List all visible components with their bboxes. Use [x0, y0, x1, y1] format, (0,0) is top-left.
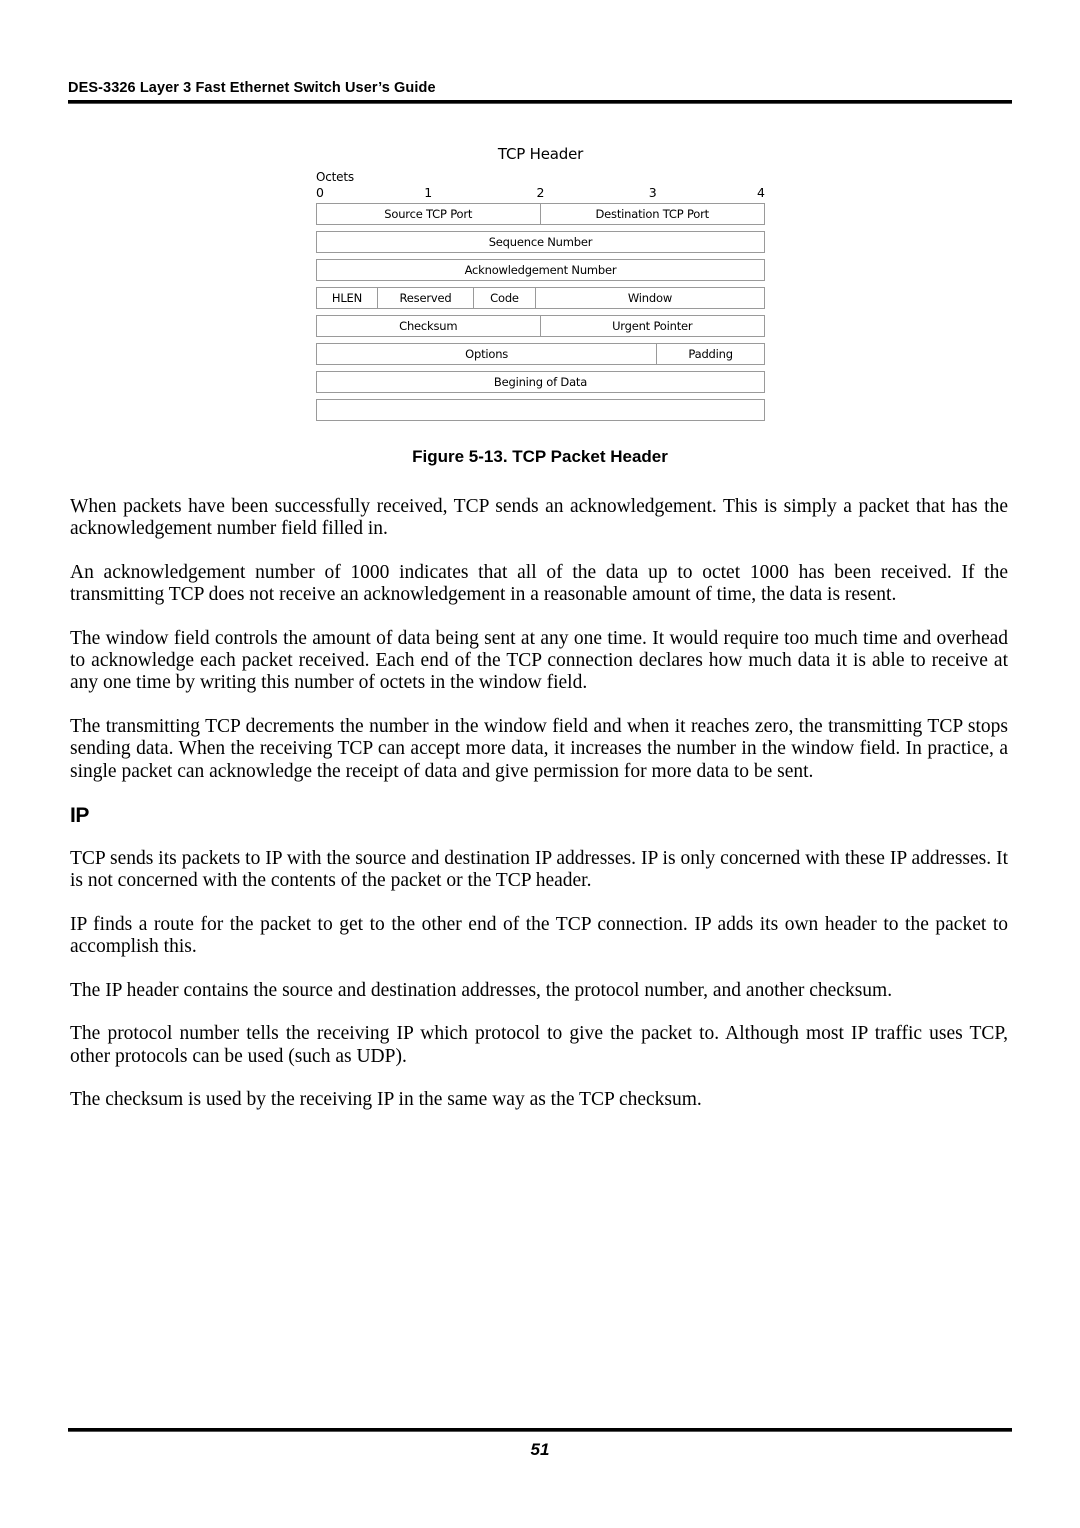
packet-field-row — [316, 399, 765, 421]
packet-field-cell: Padding — [657, 343, 765, 365]
paragraph: The protocol number tells the receiving … — [70, 1023, 1008, 1067]
packet-field-row: Source TCP Port Destination TCP Port — [316, 203, 765, 225]
packet-field-cell: Checksum — [316, 315, 541, 337]
packet-field-cell: Destination TCP Port — [540, 203, 765, 225]
tcp-header-figure: TCP Header Octets 0 1 2 3 4 Source TCP Port D… — [316, 145, 765, 427]
paragraph: An acknowledgement number of 1000 indica… — [70, 561, 1008, 606]
header-divider — [68, 100, 1012, 104]
packet-field-cell — [316, 399, 765, 421]
document-page: DES-3326 Layer 3 Fast Ethernet Switch Us… — [0, 0, 1080, 1528]
packet-field-cell: HLEN — [316, 287, 378, 309]
paragraph: The window field controls the amount of … — [70, 627, 1008, 694]
packet-field-table: Source TCP Port Destination TCP Port Seque… — [316, 203, 765, 421]
packet-field-cell: Urgent Pointer — [540, 315, 765, 337]
packet-field-cell: Window — [535, 287, 765, 309]
figure-caption: Figure 5-13. TCP Packet Header — [412, 447, 668, 466]
paragraph: The transmitting TCP decrements the numb… — [70, 715, 1008, 782]
octet-tick: 4 — [757, 185, 765, 200]
diagram-title: TCP Header — [497, 145, 584, 163]
octet-tick: 0 — [316, 185, 324, 200]
octet-scale: 0 1 2 3 4 — [316, 185, 765, 203]
paragraph: The checksum is used by the receiving IP… — [70, 1088, 702, 1110]
running-header-title: DES-3326 Layer 3 Fast Ethernet Switch Us… — [68, 80, 436, 96]
packet-field-row: Options Padding — [316, 343, 765, 365]
packet-field-row: Acknowledgement Number — [316, 259, 765, 281]
octets-axis-label: Octets — [316, 170, 354, 184]
page-footer: 51 — [68, 1428, 1012, 1460]
paragraph: IP finds a route for the packet to get t… — [70, 913, 1008, 958]
packet-field-cell: Options — [316, 343, 658, 365]
packet-field-cell: Reserved — [377, 287, 475, 309]
octet-tick: 2 — [536, 185, 545, 200]
packet-field-cell: Code — [474, 287, 536, 309]
packet-field-cell: Source TCP Port — [316, 203, 541, 225]
packet-field-cell: Sequence Number — [316, 231, 765, 253]
packet-field-row: Checksum Urgent Pointer — [316, 315, 765, 337]
octet-tick: 1 — [424, 185, 433, 200]
paragraph: When packets have been successfully rece… — [70, 496, 1008, 540]
body-content: When packets have been successfully rece… — [70, 496, 1008, 1132]
packet-field-row: HLEN Reserved Code Window — [316, 287, 765, 309]
packet-field-row: Sequence Number — [316, 231, 765, 253]
footer-divider — [68, 1428, 1012, 1432]
page-number: 51 — [530, 1440, 550, 1459]
running-header: DES-3326 Layer 3 Fast Ethernet Switch Us… — [68, 80, 1012, 104]
packet-field-cell: Begining of Data — [316, 371, 765, 393]
paragraph: TCP sends its packets to IP with the sou… — [70, 848, 1008, 892]
section-heading-ip: IP — [70, 804, 90, 828]
paragraph: The IP header contains the source and de… — [70, 979, 893, 1001]
packet-field-row: Begining of Data — [316, 371, 765, 393]
packet-field-cell: Acknowledgement Number — [316, 259, 765, 281]
octet-tick: 3 — [648, 185, 657, 200]
